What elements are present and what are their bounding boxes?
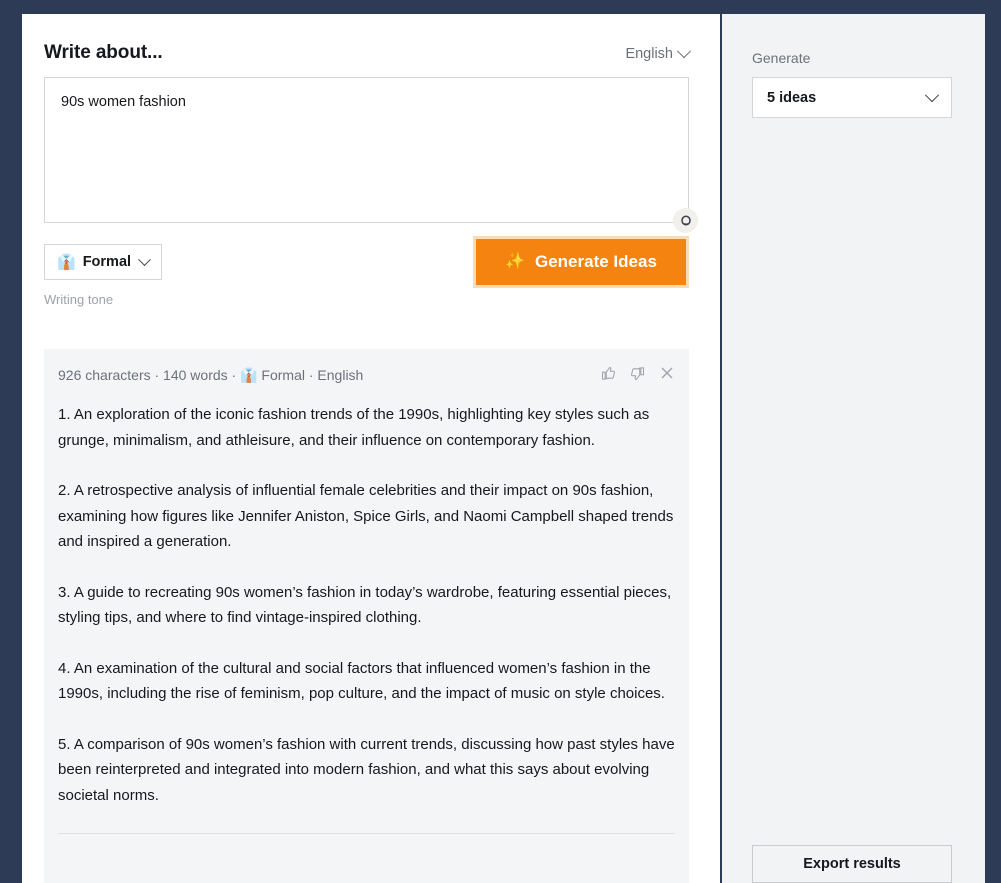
generate-ideas-label: Generate Ideas	[535, 252, 657, 272]
result-actions	[601, 365, 675, 386]
prompt-area: 90s women fashion	[44, 77, 689, 223]
result-paragraph: 3. A guide to recreating 90s women’s fas…	[58, 580, 675, 631]
prompt-input[interactable]: 90s women fashion	[44, 77, 689, 223]
generate-count-label: Generate	[752, 50, 985, 66]
writing-tone-caption: Writing tone	[44, 292, 162, 307]
language-selector-label: English	[625, 46, 673, 62]
options-sidebar: Generate 5 ideas Export results	[722, 14, 985, 883]
editor-content: Write about... English 90s women fashion…	[44, 14, 689, 883]
export-results-button[interactable]: Export results	[752, 845, 952, 883]
chevron-down-icon	[138, 253, 151, 266]
tone-row: 👔 Formal Writing tone ✨ Generate Ideas	[44, 244, 689, 307]
export-results-label: Export results	[803, 856, 901, 872]
chevron-down-icon	[677, 44, 691, 58]
page-title: Write about...	[44, 42, 163, 64]
necktie-icon: 👔	[240, 367, 257, 383]
writing-tone-label: Formal	[83, 254, 131, 270]
close-icon[interactable]	[659, 365, 675, 386]
resize-handle-icon[interactable]	[673, 208, 698, 233]
result-card: 926 characters · 140 words · 👔 Formal · …	[44, 349, 689, 883]
result-meta-suffix: Formal · English	[258, 367, 364, 383]
editor-panel: Write about... English 90s women fashion…	[22, 14, 720, 883]
result-meta-prefix: 926 characters · 140 words ·	[58, 367, 240, 383]
result-meta: 926 characters · 140 words · 👔 Formal · …	[58, 367, 363, 384]
writing-tone-button[interactable]: 👔 Formal	[44, 244, 162, 280]
result-paragraph: 4. An examination of the cultural and so…	[58, 656, 675, 707]
language-selector[interactable]: English	[625, 46, 689, 62]
thumbs-down-icon[interactable]	[630, 366, 645, 386]
editor-header: Write about... English	[44, 14, 689, 64]
result-body: 1. An exploration of the iconic fashion …	[58, 402, 675, 834]
generate-ideas-button[interactable]: ✨ Generate Ideas	[473, 236, 689, 288]
result-paragraph: 2. A retrospective analysis of influenti…	[58, 478, 675, 555]
thumbs-up-icon[interactable]	[601, 366, 616, 386]
result-card-header: 926 characters · 140 words · 👔 Formal · …	[58, 365, 675, 386]
result-paragraph: 1. An exploration of the iconic fashion …	[58, 402, 675, 453]
tone-group: 👔 Formal Writing tone	[44, 244, 162, 307]
generate-count-select[interactable]: 5 ideas	[752, 77, 952, 118]
result-divider	[58, 833, 675, 834]
result-paragraph: 5. A comparison of 90s women’s fashion w…	[58, 732, 675, 809]
sparkles-icon: ✨	[505, 254, 525, 270]
necktie-icon: 👔	[57, 255, 76, 270]
generate-count-value: 5 ideas	[767, 90, 816, 106]
chevron-down-icon	[925, 88, 939, 102]
